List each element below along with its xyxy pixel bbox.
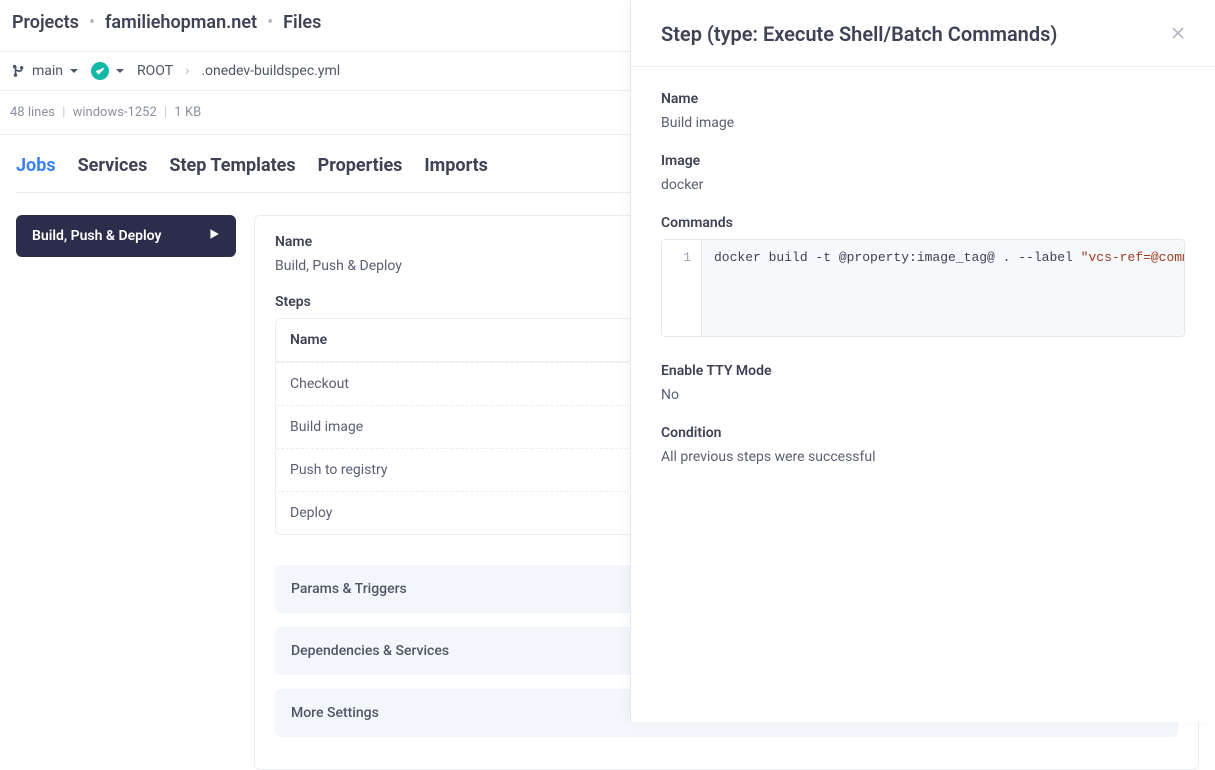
breadcrumb-sep: • <box>267 12 273 33</box>
file-encoding: windows-1252 <box>73 105 157 120</box>
field-condition-label: Condition <box>661 425 1185 441</box>
path-file[interactable]: .onedev-buildspec.yml <box>201 63 340 79</box>
field-name-value: Build image <box>661 115 1185 131</box>
path-root[interactable]: ROOT <box>137 63 173 79</box>
tab-properties[interactable]: Properties <box>318 155 403 176</box>
field-tty-label: Enable TTY Mode <box>661 363 1185 379</box>
chevron-down-icon <box>69 66 79 76</box>
job-pill[interactable]: Build, Push & Deploy <box>16 215 236 257</box>
step-side-panel: Step (type: Execute Shell/Batch Commands… <box>630 0 1215 722</box>
branch-selector[interactable]: main <box>12 63 79 79</box>
field-condition-value: All previous steps were successful <box>661 449 1185 465</box>
breadcrumb-project[interactable]: familiehopman.net <box>105 12 257 33</box>
tab-imports[interactable]: Imports <box>424 155 488 176</box>
job-pill-label: Build, Push & Deploy <box>32 228 161 244</box>
commands-code: 1 docker build -t @property:image_tag@ .… <box>661 239 1185 337</box>
tab-step-templates[interactable]: Step Templates <box>169 155 295 176</box>
branch-name: main <box>32 63 63 79</box>
field-image-value: docker <box>661 177 1185 193</box>
play-icon[interactable] <box>208 228 220 244</box>
code-line: docker build -t @property:image_tag@ . -… <box>702 240 1184 275</box>
tab-services[interactable]: Services <box>78 155 148 176</box>
check-circle-icon <box>91 62 109 80</box>
code-scroll-area[interactable]: docker build -t @property:image_tag@ . -… <box>702 240 1184 336</box>
field-tty-value: No <box>661 387 1185 403</box>
side-panel-title: Step (type: Execute Shell/Batch Commands… <box>661 22 1057 46</box>
breadcrumb-projects[interactable]: Projects <box>12 12 79 33</box>
file-lines: 48 lines <box>10 105 55 120</box>
breadcrumb-sep: • <box>89 12 95 33</box>
tab-jobs[interactable]: Jobs <box>16 155 56 176</box>
close-icon[interactable] <box>1171 24 1185 45</box>
git-branch-icon <box>12 64 26 78</box>
code-line-number: 1 <box>662 240 702 336</box>
field-image-label: Image <box>661 153 1185 169</box>
chevron-right-icon: › <box>185 63 189 79</box>
breadcrumb-section: Files <box>283 12 321 33</box>
file-size: 1 KB <box>174 105 201 120</box>
build-status[interactable] <box>91 62 125 80</box>
chevron-down-icon <box>115 66 125 76</box>
field-name-label: Name <box>661 91 1185 107</box>
field-commands-label: Commands <box>661 215 1185 231</box>
